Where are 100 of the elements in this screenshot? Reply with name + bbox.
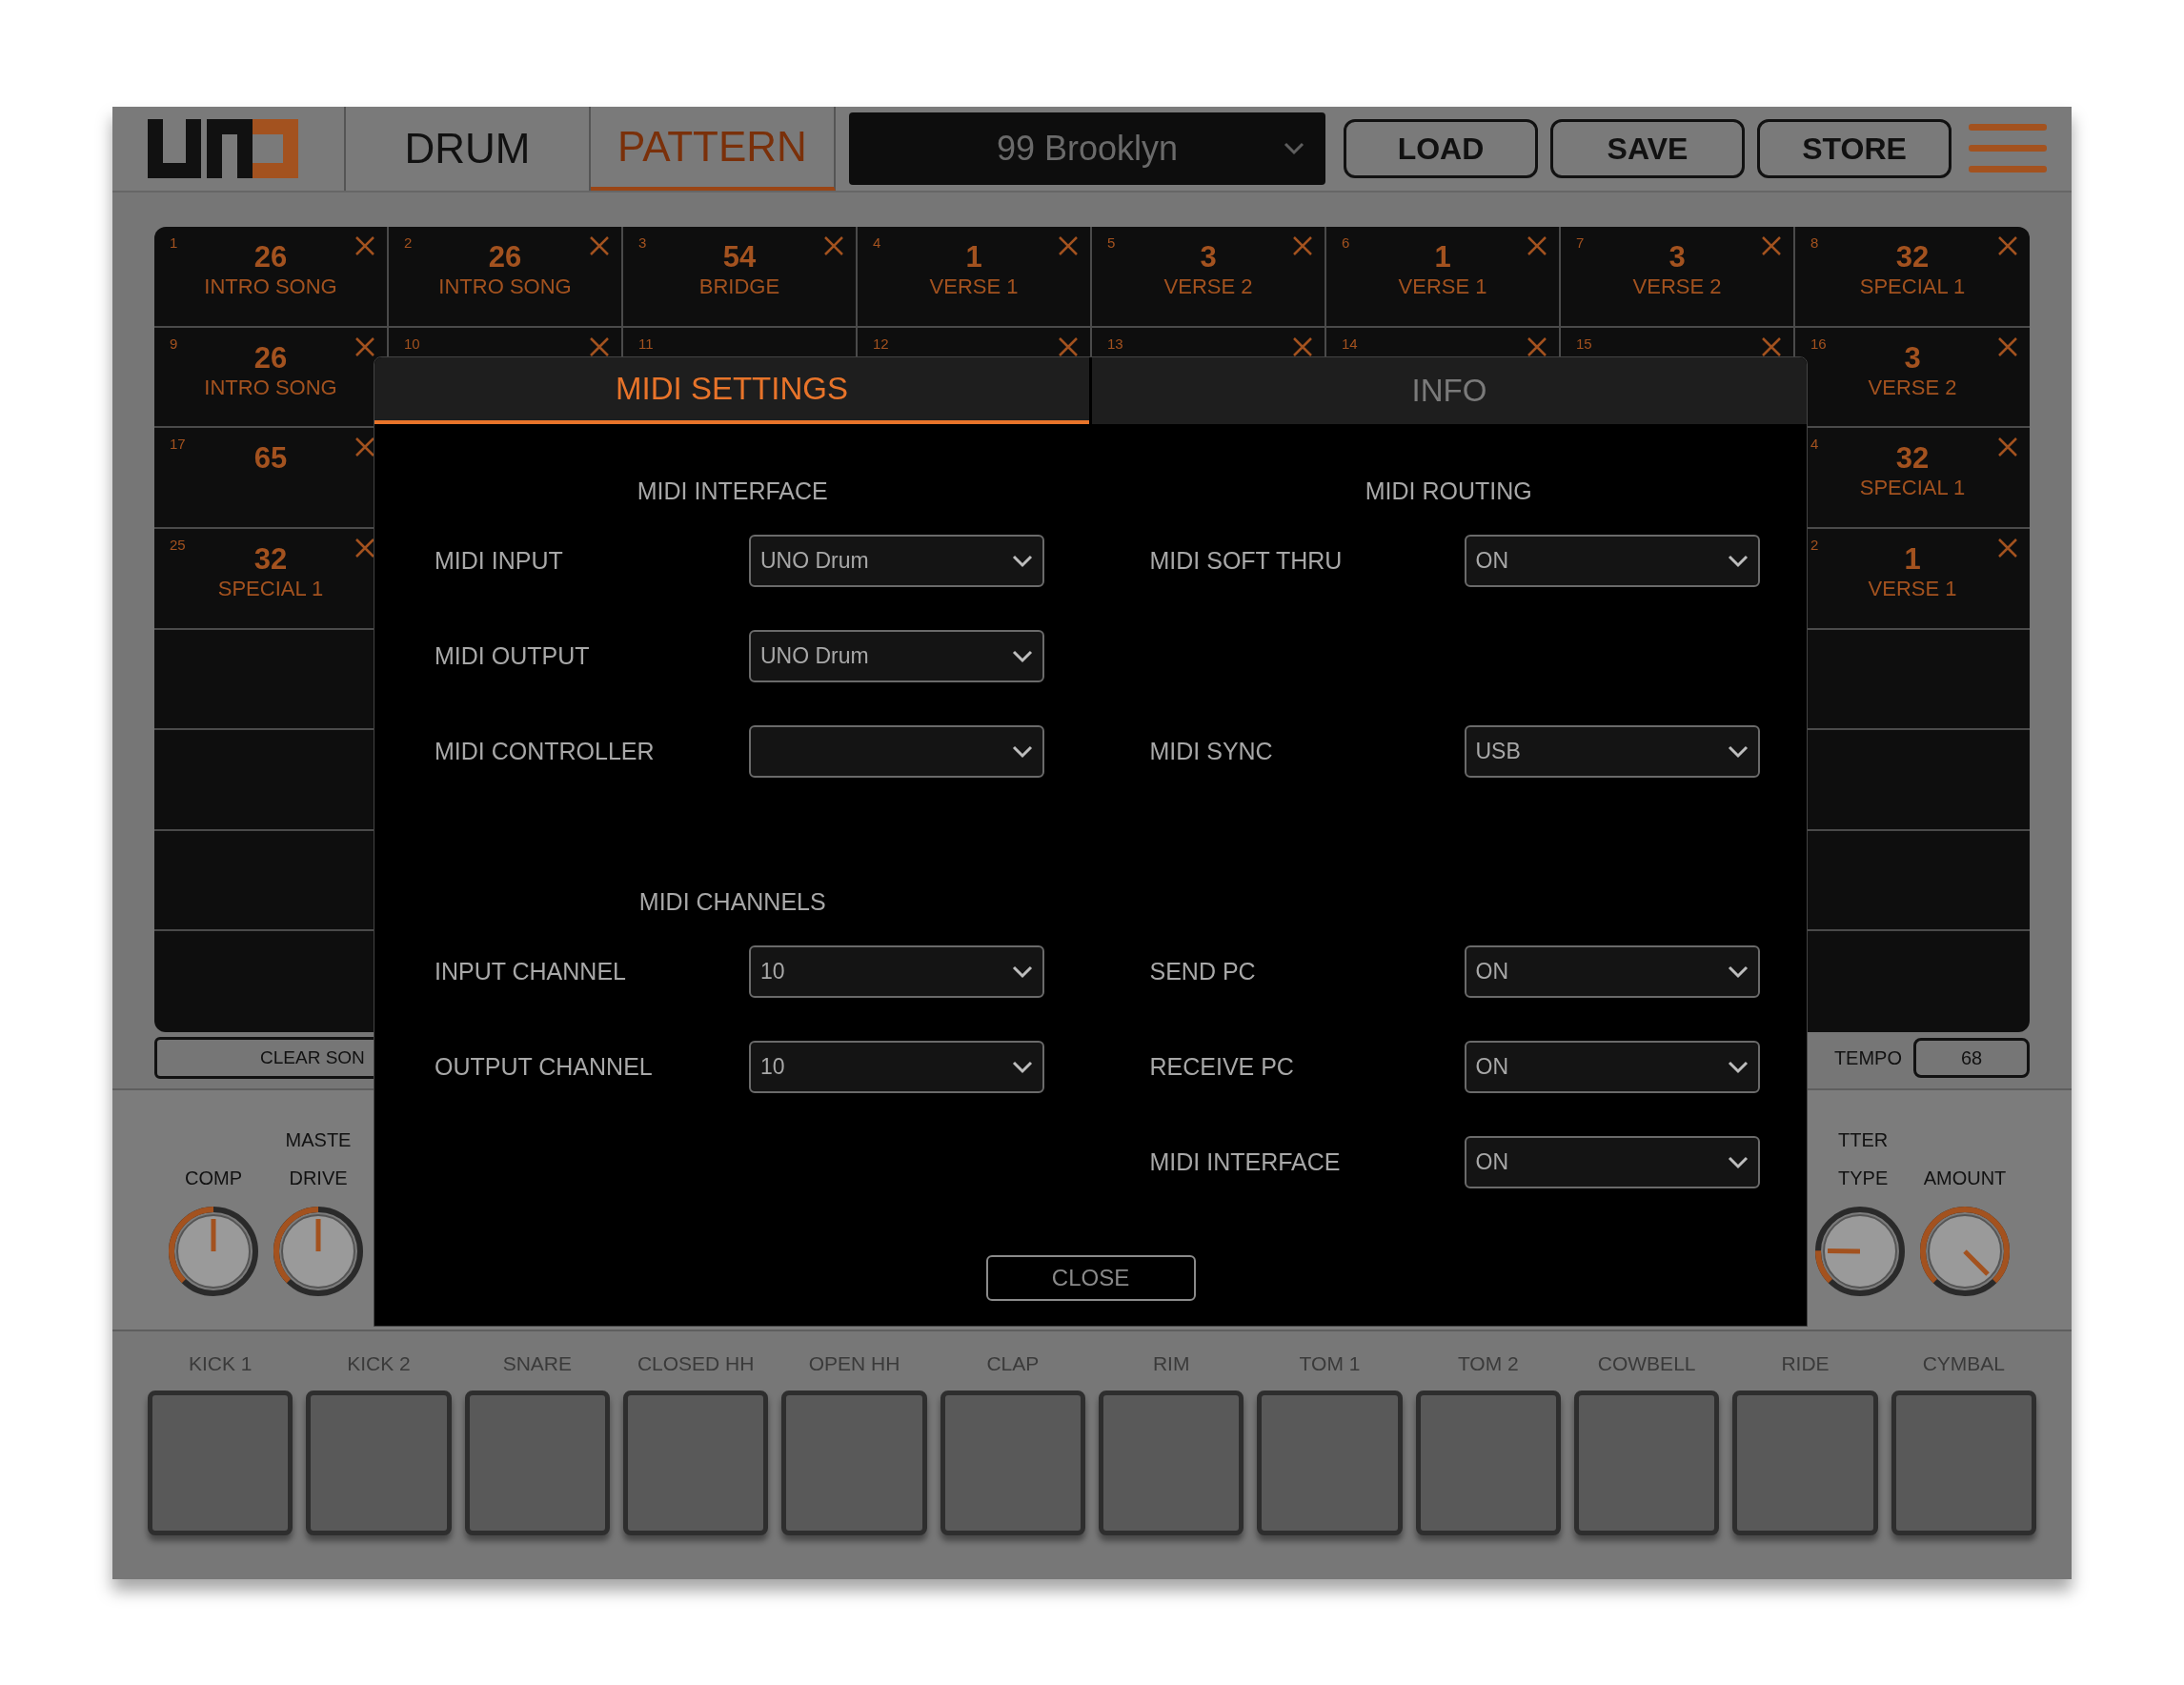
pattern-name: INTRO SONG: [204, 375, 337, 400]
setting-dropdown[interactable]: ON: [1464, 1136, 1760, 1188]
knob-label: TYPE: [1837, 1167, 1889, 1189]
slot-number: 11: [638, 334, 654, 354]
slot-number: 16: [1810, 334, 1827, 354]
pattern-number: 1: [965, 240, 982, 274]
pattern-number: 1: [1434, 240, 1451, 274]
header-button[interactable]: LOAD: [1344, 119, 1538, 178]
pattern-number: 65: [253, 441, 288, 477]
pattern-number: 1: [1904, 541, 1921, 577]
close-icon[interactable]: [355, 538, 374, 558]
drum-pad[interactable]: [623, 1390, 769, 1535]
knob-label: COMP: [185, 1167, 242, 1189]
knob-label: AMOUNT: [1923, 1167, 2007, 1189]
pattern-name: VERSE 2: [1163, 274, 1253, 299]
slot-number: 4: [1810, 435, 1819, 455]
pattern-name: SPECIAL 1: [217, 576, 324, 601]
close-icon[interactable]: [1527, 336, 1547, 356]
slot-number: 2: [1810, 535, 1819, 555]
close-icon[interactable]: [824, 236, 843, 255]
drum-pad[interactable]: [148, 1390, 293, 1535]
close-icon[interactable]: [590, 336, 609, 356]
pattern-name: VERSE 1: [1398, 274, 1487, 299]
close-button[interactable]: CLOSE: [985, 1255, 1196, 1301]
preset-dropdown[interactable]: 99 Brooklyn: [849, 112, 1325, 185]
header-button[interactable]: STORE: [1757, 119, 1951, 178]
setting-label: MIDI CONTROLLER: [435, 736, 656, 766]
pad-label: KICK 2: [346, 1351, 412, 1376]
drum-pad[interactable]: [1257, 1390, 1403, 1535]
tempo-label: TEMPO: [1833, 1046, 1902, 1070]
slot-number: 10: [404, 334, 420, 354]
slot-number: 7: [1576, 233, 1585, 253]
pad-label: RIM: [1151, 1351, 1191, 1376]
drum-pad[interactable]: [1415, 1390, 1561, 1535]
close-icon[interactable]: [1293, 236, 1312, 255]
drum-pad[interactable]: [1891, 1390, 2036, 1535]
drum-pad[interactable]: [940, 1390, 1085, 1535]
close-icon[interactable]: [355, 336, 374, 356]
slot-number: 4: [873, 233, 881, 253]
chevron-icon: [1727, 1060, 1749, 1074]
close-icon[interactable]: [1762, 236, 1781, 255]
setting-dropdown[interactable]: 10: [749, 945, 1044, 998]
pad-label: CLAP: [985, 1351, 1041, 1376]
pattern-name: VERSE 1: [1868, 576, 1957, 601]
setting-dropdown[interactable]: USB: [1464, 725, 1760, 778]
close-icon[interactable]: [1998, 336, 2017, 356]
pattern-number: 26: [253, 340, 288, 376]
dialog-tab[interactable]: INFO: [1089, 357, 1807, 424]
setting-label: RECEIVE PC: [1149, 1051, 1295, 1082]
pattern-number: 3: [1668, 240, 1686, 274]
close-icon[interactable]: [1059, 336, 1078, 356]
close-icon[interactable]: [355, 236, 374, 255]
header-tab[interactable]: DRUM: [346, 107, 591, 191]
slot-number: 1: [170, 233, 178, 253]
close-icon[interactable]: [355, 437, 374, 457]
header-button[interactable]: SAVE: [1550, 119, 1745, 178]
slot-number: 15: [1576, 334, 1592, 354]
pad-label: TOM 1: [1298, 1351, 1362, 1376]
chevron-icon: [1012, 554, 1033, 568]
pattern-number: 32: [1895, 441, 1930, 477]
setting-dropdown[interactable]: UNO Drum: [749, 535, 1044, 587]
close-icon[interactable]: [590, 236, 609, 255]
chevron-icon: [1727, 744, 1749, 759]
drum-pad[interactable]: [1574, 1390, 1720, 1535]
slot-number: 3: [638, 233, 647, 253]
pattern-name: VERSE 2: [1632, 274, 1722, 299]
close-icon[interactable]: [1998, 538, 2017, 558]
drum-pad[interactable]: [1732, 1390, 1878, 1535]
setting-dropdown[interactable]: 10: [749, 1041, 1044, 1093]
close-icon[interactable]: [1527, 236, 1547, 255]
setting-dropdown[interactable]: ON: [1464, 1041, 1760, 1093]
chevron-icon: [1727, 1155, 1749, 1169]
setting-dropdown[interactable]: [749, 725, 1044, 778]
tempo-field[interactable]: 68: [1913, 1038, 2030, 1078]
slot-number: 13: [1107, 334, 1123, 354]
pad-label: KICK 1: [187, 1351, 253, 1376]
close-icon[interactable]: [1998, 437, 2017, 457]
pattern-name: SPECIAL 1: [1859, 274, 1966, 299]
close-icon[interactable]: [1293, 336, 1312, 356]
drum-pad[interactable]: [1099, 1390, 1244, 1535]
drum-pad[interactable]: [464, 1390, 610, 1535]
slot-number: 12: [873, 334, 889, 354]
close-icon[interactable]: [1059, 236, 1078, 255]
pad-label: CYMBAL: [1921, 1351, 2006, 1376]
chevron-icon: [1012, 744, 1033, 759]
drum-pad[interactable]: [781, 1390, 927, 1535]
dialog-tab[interactable]: MIDI SETTINGS: [374, 357, 1089, 424]
pattern-name: INTRO SONG: [438, 274, 572, 299]
setting-dropdown[interactable]: ON: [1464, 535, 1760, 587]
setting-label: MIDI OUTPUT: [435, 640, 591, 671]
pattern-name: INTRO SONG: [204, 274, 337, 299]
pattern-number: 54: [722, 240, 757, 274]
setting-dropdown[interactable]: UNO Drum: [749, 630, 1044, 682]
pattern-name: VERSE 2: [1868, 375, 1957, 400]
drum-pad[interactable]: [306, 1390, 452, 1535]
pad-label: TOM 2: [1456, 1351, 1520, 1376]
setting-dropdown[interactable]: ON: [1464, 945, 1760, 998]
close-icon[interactable]: [1998, 236, 2017, 255]
setting-label: INPUT CHANNEL: [435, 956, 627, 986]
close-icon[interactable]: [1762, 336, 1781, 356]
